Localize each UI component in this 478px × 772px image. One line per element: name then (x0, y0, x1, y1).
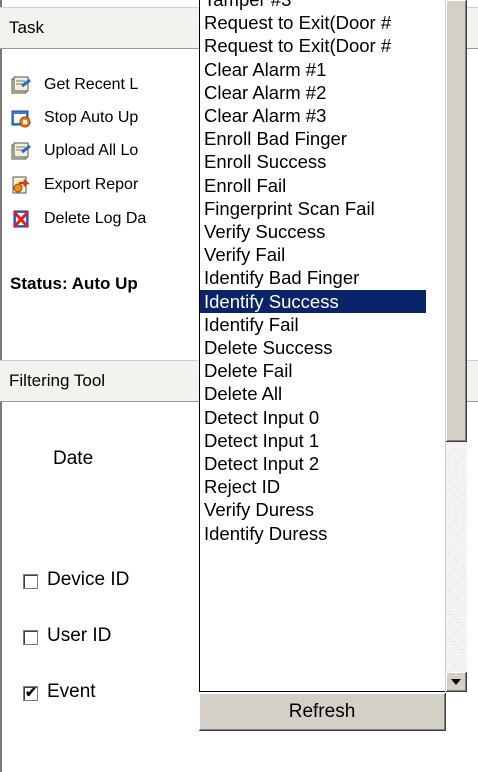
dropdown-option[interactable]: Detect Input 0 (200, 406, 426, 429)
event-dropdown-list[interactable]: Tamper #3Request to Exit(Door #Request t… (199, 0, 446, 692)
dropdown-option[interactable]: Clear Alarm #3 (200, 104, 426, 127)
dropdown-option[interactable]: Verify Fail (200, 243, 426, 266)
event-label: Event (47, 681, 96, 702)
dropdown-option[interactable]: Delete Fail (200, 359, 426, 382)
dropdown-option[interactable]: Detect Input 2 (200, 452, 426, 475)
dropdown-option[interactable]: Request to Exit(Door # (200, 34, 426, 57)
dropdown-option[interactable]: Tamper #3 (200, 0, 426, 11)
task-label: Stop Auto Up (44, 109, 139, 126)
dropdown-option[interactable]: Enroll Bad Finger (200, 127, 426, 150)
dropdown-option[interactable]: Delete All (200, 382, 426, 405)
task-get-recent-logs[interactable]: Get Recent L (10, 70, 138, 100)
user-id-checkbox[interactable] (23, 630, 38, 645)
task-upload-all-logs[interactable]: Upload All Lo (10, 136, 138, 166)
device-id-checkbox[interactable] (23, 574, 38, 589)
filter-panel-title: Filtering Tool (9, 371, 106, 390)
status-text: Status: Auto Up (10, 274, 138, 293)
task-export-report[interactable]: Export Repor (10, 170, 138, 200)
dropdown-option[interactable]: Verify Success (200, 220, 426, 243)
dropdown-option[interactable]: Delete Success (200, 336, 426, 359)
task-label: Delete Log Da (44, 210, 147, 227)
device-id-label: Device ID (47, 569, 130, 590)
dropdown-option[interactable]: Enroll Success (200, 150, 426, 173)
task-panel-title: Task (9, 18, 44, 37)
checkmark-icon: ✔ (25, 684, 37, 700)
refresh-button[interactable]: Refresh (199, 693, 446, 731)
delete-log-icon (10, 208, 32, 230)
date-label: Date (53, 448, 94, 469)
dropdown-option[interactable]: Request to Exit(Door # (200, 11, 426, 34)
dropdown-option[interactable]: Reject ID (200, 475, 426, 498)
dropdown-option[interactable]: Verify Duress (200, 498, 426, 521)
chevron-down-icon (451, 679, 461, 685)
task-label: Get Recent L (44, 76, 139, 93)
event-checkbox[interactable]: ✔ (23, 684, 38, 701)
dropdown-option[interactable]: Clear Alarm #1 (200, 58, 426, 81)
upload-logs-icon (10, 140, 32, 162)
dropdown-option[interactable]: Detect Input 1 (200, 429, 426, 452)
stop-auto-update-icon (10, 107, 32, 129)
get-logs-icon (10, 74, 32, 96)
dropdown-option[interactable]: Clear Alarm #2 (200, 81, 426, 104)
scroll-down-button[interactable] (446, 672, 467, 692)
dropdown-option[interactable]: Enroll Fail (200, 174, 426, 197)
dropdown-option[interactable]: Identify Duress (200, 522, 426, 545)
task-stop-auto-update[interactable]: Stop Auto Up (10, 103, 138, 133)
export-report-icon (10, 174, 32, 196)
task-delete-log-data[interactable]: Delete Log Da (10, 204, 146, 234)
task-label: Upload All Lo (44, 142, 139, 159)
dropdown-option[interactable]: Fingerprint Scan Fail (200, 197, 426, 220)
dropdown-option[interactable]: Identify Bad Finger (200, 266, 426, 289)
dropdown-scrollbar-thumb[interactable] (446, 0, 467, 442)
user-id-label: User ID (47, 625, 112, 646)
task-label: Export Repor (44, 176, 139, 193)
dropdown-option[interactable]: Identify Success (200, 289, 426, 313)
dropdown-option[interactable]: Identify Fail (200, 313, 426, 336)
